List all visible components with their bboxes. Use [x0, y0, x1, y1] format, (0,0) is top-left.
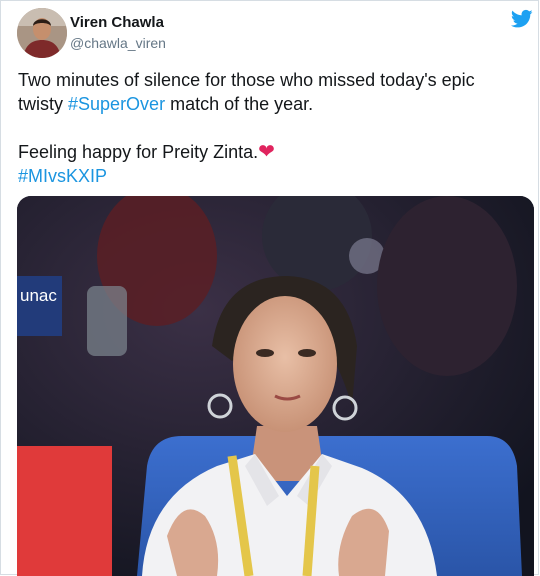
hashtag-superover-link[interactable]: #SuperOver — [68, 94, 165, 114]
tweet-text: Two minutes of silence for those who mis… — [18, 68, 523, 188]
text-prefix: twisty — [18, 94, 69, 114]
author-handle[interactable]: @chawla_viren — [70, 35, 166, 51]
twitter-bird-icon[interactable] — [511, 9, 533, 29]
text-suffix: match of the year. — [165, 94, 314, 114]
author-name[interactable]: Viren Chawla — [70, 14, 164, 31]
feeling-text: Feeling happy for Preity Zinta. — [18, 142, 259, 162]
user-avatar-icon — [17, 8, 67, 58]
tweet-text-line-3: Feeling happy for Preity Zinta.❤ — [18, 140, 523, 164]
heart-emoji: ❤ — [258, 141, 275, 163]
hashtag-mivskxip-link[interactable]: #MIvsKXIP — [18, 164, 523, 188]
avatar[interactable] — [17, 8, 67, 58]
tweet-media-image[interactable]: unac — [17, 196, 534, 576]
banner-text: unac — [20, 286, 57, 305]
media-photo: unac — [17, 196, 534, 576]
tweet-text-line-1: Two minutes of silence for those who mis… — [18, 70, 475, 90]
tweet-text-line-2: twisty #SuperOver match of the year. — [18, 92, 523, 116]
tweet-card: Viren Chawla @chawla_viren Two minutes o… — [0, 0, 539, 576]
